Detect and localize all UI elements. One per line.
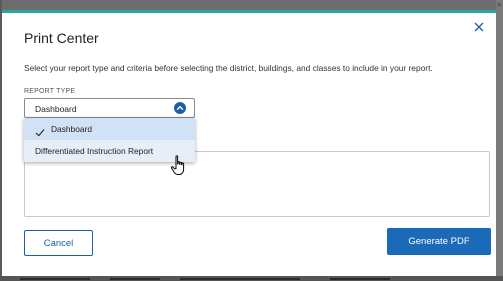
- dialog-instructions: Select your report type and criteria bef…: [24, 63, 433, 73]
- option-label: Differentiated Instruction Report: [35, 146, 154, 156]
- background-text-line: [330, 278, 390, 280]
- option-dashboard[interactable]: Dashboard: [24, 118, 195, 140]
- close-button[interactable]: [472, 20, 486, 34]
- report-type-label: REPORT TYPE: [24, 88, 76, 95]
- generate-pdf-button[interactable]: Generate PDF: [387, 228, 491, 255]
- report-type-value: Dashboard: [35, 104, 77, 114]
- dialog-accent-bar: [2, 10, 496, 13]
- dialog-title: Print Center: [24, 30, 99, 46]
- report-type-select[interactable]: Dashboard: [24, 98, 195, 118]
- background-text-line: [180, 278, 300, 280]
- background-text-line: [20, 278, 90, 280]
- backdrop-right: ⌕: [496, 0, 503, 281]
- cancel-button[interactable]: Cancel: [24, 230, 93, 256]
- background-glyph: ⌕: [497, 0, 503, 10]
- backdrop-bottom: [0, 276, 503, 281]
- chevron-up-icon: [174, 102, 186, 114]
- option-label: Dashboard: [51, 124, 92, 134]
- background-text-line: [110, 278, 160, 280]
- hand-pointer-icon: [170, 155, 188, 182]
- close-icon: [474, 22, 484, 32]
- print-center-dialog: Print Center Select your report type and…: [2, 10, 496, 276]
